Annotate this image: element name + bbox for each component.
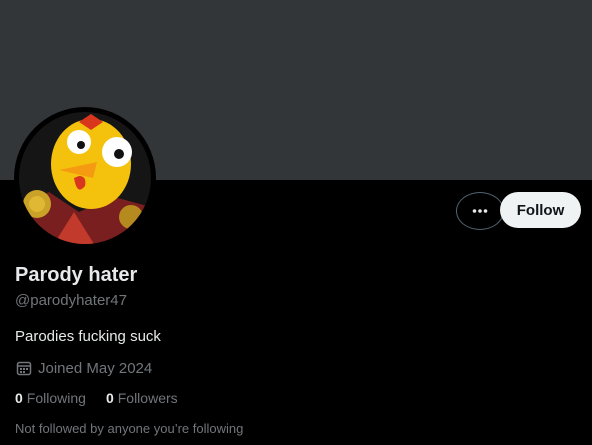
profile-stats: 0 Following 0 Followers <box>15 390 178 406</box>
calendar-icon <box>16 361 32 376</box>
following-label: Following <box>26 390 86 406</box>
followers-label: Followers <box>117 390 178 406</box>
more-horizontal-icon <box>472 209 488 213</box>
avatar-frame <box>14 107 156 249</box>
profile-bio: Parodies fucking suck <box>15 328 161 345</box>
followers-link[interactable]: 0 Followers <box>106 390 178 406</box>
joined-label: Joined May 2024 <box>38 359 153 377</box>
follow-button[interactable]: Follow <box>500 192 581 228</box>
avatar[interactable] <box>19 112 151 244</box>
followed-by-note: Not followed by anyone you’re following <box>15 421 244 436</box>
display-name: Parody hater <box>15 264 138 286</box>
following-count: 0 <box>15 390 23 406</box>
following-link[interactable]: 0 Following <box>15 390 86 406</box>
joined-date: Joined May 2024 <box>15 359 152 377</box>
profile-handle: @parodyhater47 <box>15 292 127 309</box>
more-options-button[interactable] <box>456 192 504 230</box>
followers-count: 0 <box>105 390 114 406</box>
